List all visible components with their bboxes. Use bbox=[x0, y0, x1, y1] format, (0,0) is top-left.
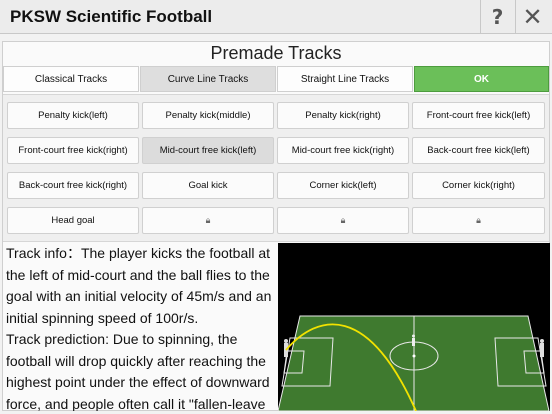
track-locked-3[interactable]: 🔒︎ bbox=[412, 207, 545, 234]
panel-title: Premade Tracks bbox=[210, 43, 342, 63]
track-penalty-kick-left[interactable]: Penalty kick(left) bbox=[7, 102, 139, 129]
goalkeeper-right bbox=[540, 339, 544, 357]
tab-straight-line-tracks[interactable]: Straight Line Tracks bbox=[277, 66, 413, 92]
track-locked-1[interactable]: 🔒︎ bbox=[142, 207, 274, 234]
track-category-tabs: Classical Tracks Curve Line Tracks Strai… bbox=[3, 66, 549, 92]
track-info-paragraph: Track info：The player kicks the football… bbox=[6, 245, 272, 326]
tab-curve-line-tracks[interactable]: Curve Line Tracks bbox=[140, 66, 276, 92]
track-front-court-free-kick-left[interactable]: Front-court free kick(left) bbox=[412, 102, 545, 129]
help-button[interactable]: ? bbox=[480, 0, 514, 34]
track-penalty-kick-middle[interactable]: Penalty kick(middle) bbox=[142, 102, 274, 129]
pitch-svg bbox=[278, 243, 550, 411]
track-corner-kick-left[interactable]: Corner kick(left) bbox=[277, 172, 409, 199]
premade-tracks-panel: Premade Tracks Classical Tracks Curve Li… bbox=[2, 41, 550, 411]
track-grid: Penalty kick(left) Penalty kick(middle) … bbox=[3, 94, 549, 242]
track-head-goal[interactable]: Head goal bbox=[7, 207, 139, 234]
track-goal-kick[interactable]: Goal kick bbox=[142, 172, 274, 199]
close-icon: ✕ bbox=[522, 3, 543, 31]
track-mid-court-free-kick-left[interactable]: Mid-court free kick(left) bbox=[142, 137, 274, 164]
app-title: PKSW Scientific Football bbox=[10, 7, 213, 26]
track-info-text: Track info：The player kicks the football… bbox=[4, 243, 276, 411]
lock-icon: 🔒︎ bbox=[476, 215, 481, 226]
track-penalty-kick-right[interactable]: Penalty kick(right) bbox=[277, 102, 409, 129]
track-mid-court-free-kick-right[interactable]: Mid-court free kick(right) bbox=[277, 137, 409, 164]
lock-icon: 🔒︎ bbox=[340, 215, 346, 226]
pitch-preview bbox=[278, 243, 550, 411]
track-prediction-paragraph: Track prediction: Due to spinning, the f… bbox=[6, 331, 270, 411]
lock-icon: 🔒︎ bbox=[205, 215, 211, 226]
kicker-player bbox=[412, 334, 415, 346]
title-bar: PKSW Scientific Football ? ✕ bbox=[0, 0, 552, 34]
tab-classical-tracks[interactable]: Classical Tracks bbox=[3, 66, 139, 92]
close-button[interactable]: ✕ bbox=[515, 0, 549, 34]
ok-button[interactable]: OK bbox=[414, 66, 549, 92]
track-corner-kick-right[interactable]: Corner kick(right) bbox=[412, 172, 545, 199]
track-back-court-free-kick-left[interactable]: Back-court free kick(left) bbox=[412, 137, 545, 164]
track-locked-2[interactable]: 🔒︎ bbox=[277, 207, 409, 234]
question-icon: ? bbox=[491, 5, 504, 29]
track-front-court-free-kick-right[interactable]: Front-court free kick(right) bbox=[7, 137, 139, 164]
track-back-court-free-kick-right[interactable]: Back-court free kick(right) bbox=[7, 172, 139, 199]
